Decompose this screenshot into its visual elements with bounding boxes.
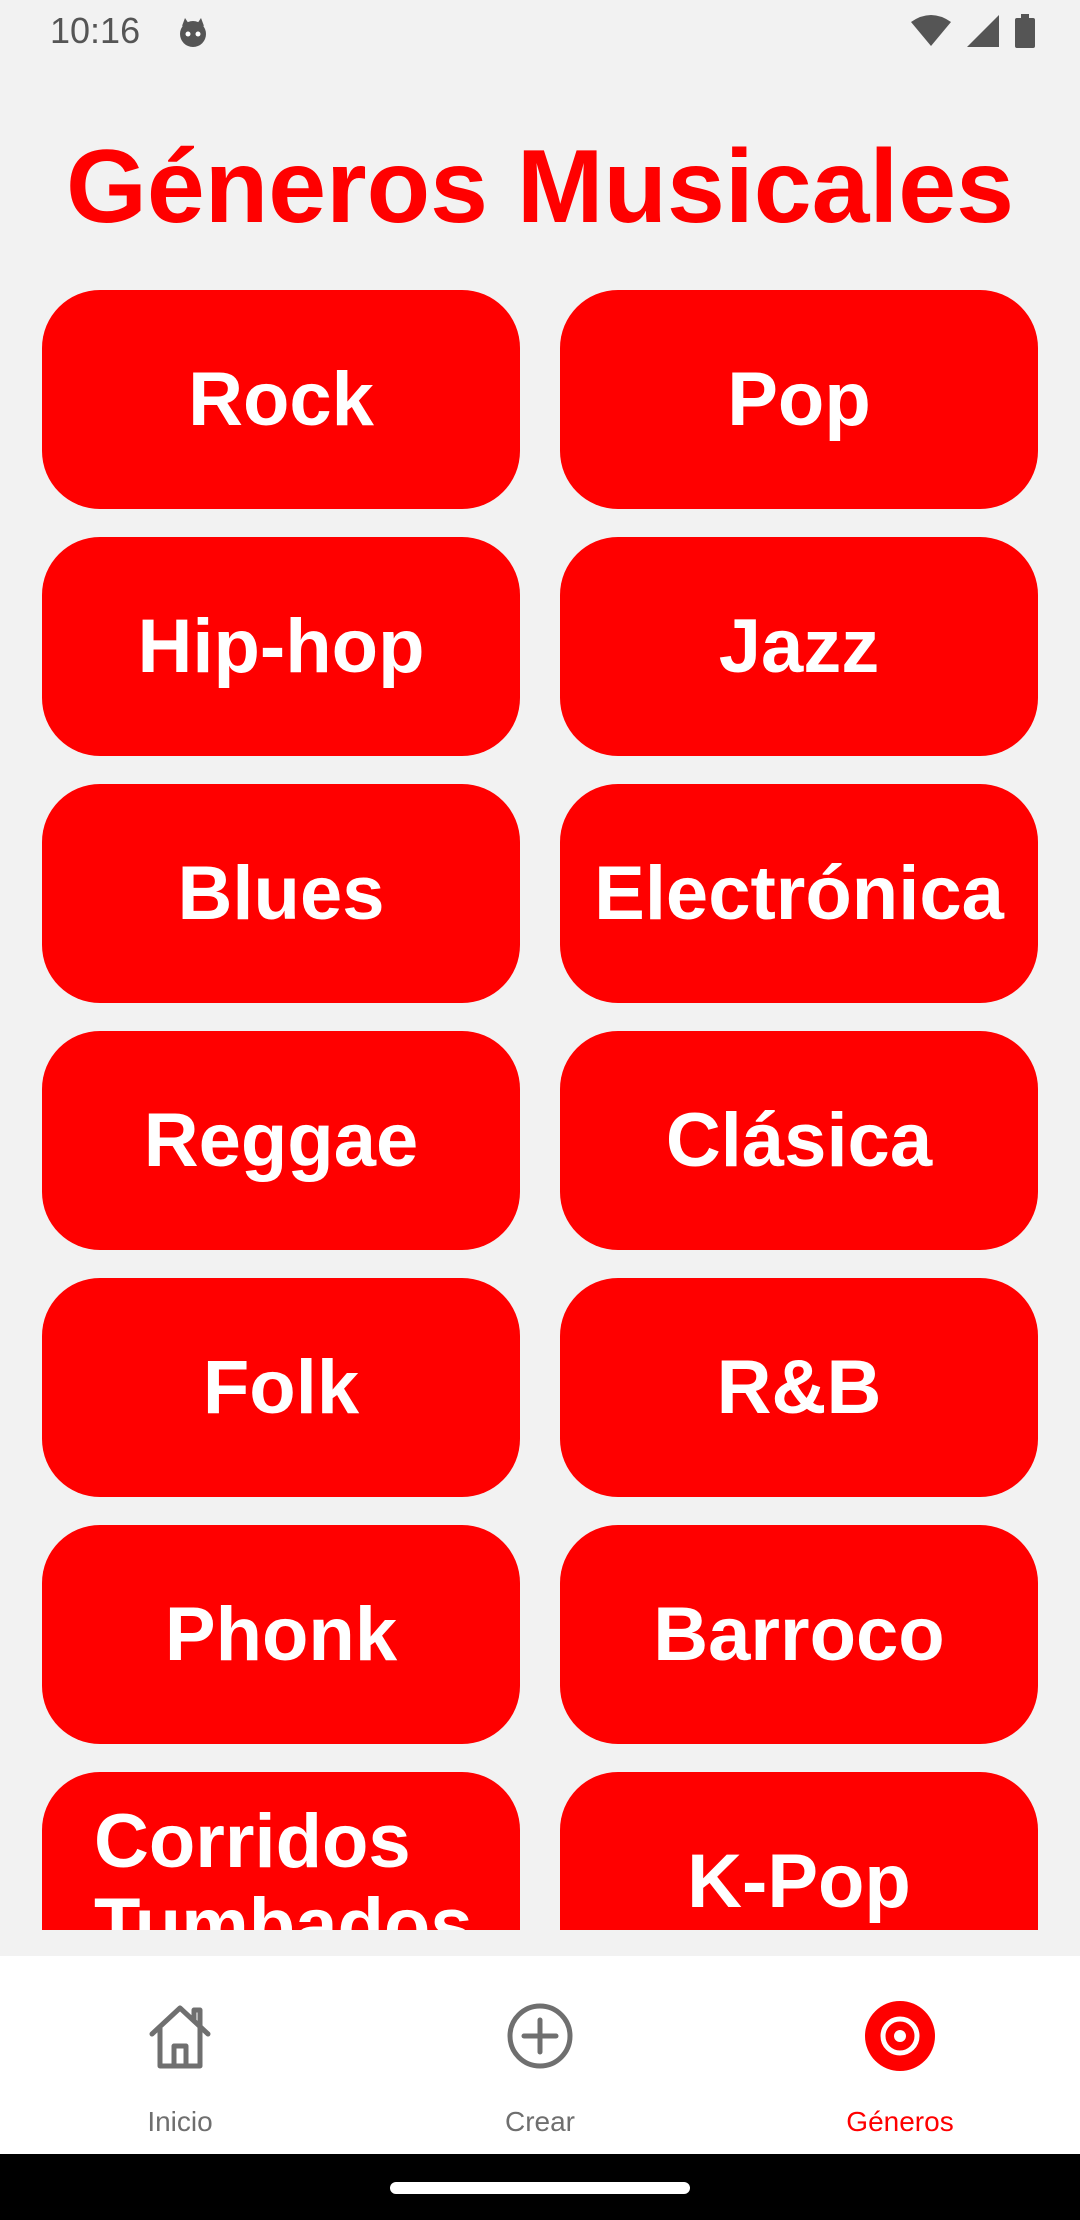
status-bar: 10:16	[0, 0, 1080, 66]
status-time: 10:16	[50, 10, 141, 51]
gesture-handle[interactable]	[390, 2182, 690, 2194]
genre-list[interactable]: Rock Pop Hip-hop Jazz Blues Electrónica …	[0, 290, 1080, 1930]
genre-button-clasica[interactable]: Clásica	[560, 1031, 1038, 1250]
genre-button-reggae[interactable]: Reggae	[42, 1031, 520, 1250]
genre-button-rock[interactable]: Rock	[42, 290, 520, 509]
status-icons	[910, 14, 1036, 48]
cat-notification-icon	[180, 18, 206, 47]
nav-item-crear[interactable]: Crear	[360, 1956, 720, 2154]
genre-button-jazz[interactable]: Jazz	[560, 537, 1038, 756]
page-title: Géneros Musicales	[66, 129, 1014, 245]
genre-button-electronica[interactable]: Electrónica	[560, 784, 1038, 1003]
bottom-navigation: Inicio Crear Géneros	[0, 1956, 1080, 2154]
genre-button-hip-hop[interactable]: Hip-hop	[42, 537, 520, 756]
genre-button-pop[interactable]: Pop	[560, 290, 1038, 509]
add-circle-icon	[507, 2003, 573, 2069]
genre-grid: Rock Pop Hip-hop Jazz Blues Electrónica …	[42, 290, 1038, 1930]
nav-item-inicio[interactable]: Inicio	[0, 1956, 360, 2154]
system-navigation-bar	[0, 2154, 1080, 2220]
nav-label-inicio: Inicio	[147, 2106, 213, 2137]
genre-button-k-pop[interactable]: K-Pop	[560, 1772, 1038, 1930]
genre-button-blues[interactable]: Blues	[42, 784, 520, 1003]
nav-label-generos: Géneros	[846, 2106, 954, 2137]
genre-button-rnb[interactable]: R&B	[560, 1278, 1038, 1497]
wifi-icon	[911, 15, 951, 46]
target-icon	[865, 2001, 935, 2071]
genre-button-barroco[interactable]: Barroco	[560, 1525, 1038, 1744]
battery-icon	[1015, 14, 1035, 48]
genre-button-folk[interactable]: Folk	[42, 1278, 520, 1497]
genre-button-corridos-tumbados[interactable]: Corridos Tumbados	[42, 1772, 520, 1930]
nav-label-crear: Crear	[504, 2106, 575, 2137]
home-icon	[149, 2005, 211, 2069]
signal-icon	[967, 15, 999, 47]
genre-button-phonk[interactable]: Phonk	[42, 1525, 520, 1744]
nav-item-generos[interactable]: Géneros	[720, 1956, 1080, 2154]
